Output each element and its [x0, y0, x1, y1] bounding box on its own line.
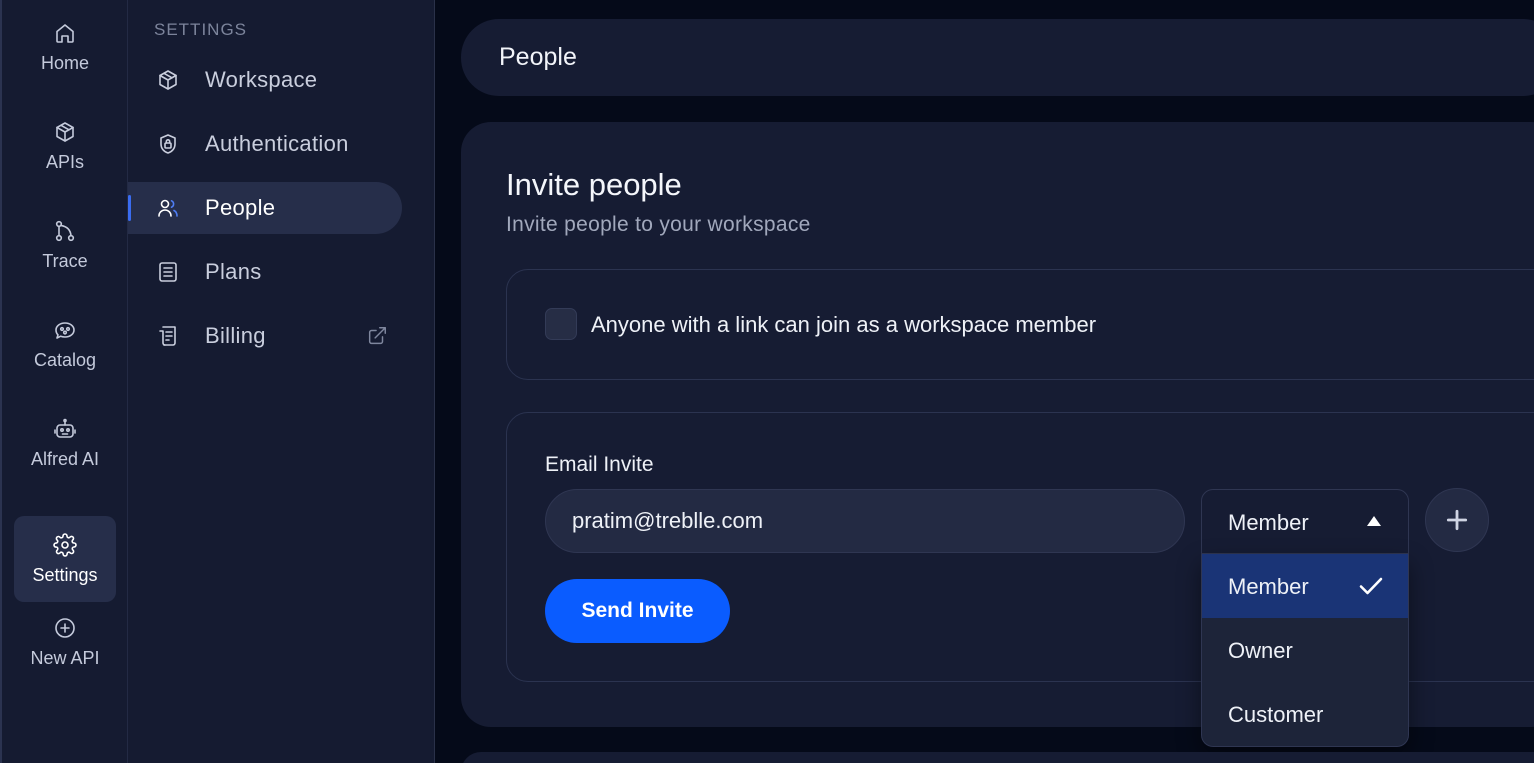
document-icon	[156, 260, 180, 284]
role-option-owner[interactable]: Owner	[1202, 618, 1408, 682]
settings-item-label: Billing	[205, 323, 266, 348]
settings-nav: SETTINGS Workspace Authentication People…	[128, 0, 435, 763]
rail-item-new-api[interactable]: New API	[14, 599, 116, 685]
role-dropdown-menu: Member Owner Customer	[1201, 554, 1409, 747]
email-field[interactable]	[545, 489, 1185, 553]
add-invite-row-button[interactable]	[1425, 488, 1489, 552]
primary-rail: Home APIs Trace Catalog Alfred AI Settin…	[0, 0, 128, 763]
invite-title: Invite people	[506, 167, 682, 202]
plus-circle-icon	[52, 615, 78, 641]
link-join-checkbox[interactable]	[545, 308, 577, 340]
settings-item-workspace[interactable]: Workspace	[128, 54, 402, 106]
link-join-label: Anyone with a link can join as a workspa…	[591, 312, 1097, 337]
gear-icon	[52, 532, 78, 558]
role-option-customer[interactable]: Customer	[1202, 682, 1408, 746]
cube-icon	[156, 68, 180, 92]
shield-lock-icon	[156, 132, 180, 156]
invite-subtitle: Invite people to your workspace	[506, 213, 811, 236]
page-title: People	[499, 43, 577, 71]
rail-item-apis[interactable]: APIs	[14, 103, 116, 189]
rail-item-label: Trace	[42, 251, 88, 271]
cube-icon	[52, 119, 78, 145]
settings-item-label: People	[205, 195, 276, 220]
external-link-icon[interactable]	[366, 325, 388, 347]
users-icon	[156, 196, 180, 220]
settings-item-plans[interactable]: Plans	[128, 246, 402, 298]
settings-item-label: Authentication	[205, 131, 349, 156]
link-join-box: Anyone with a link can join as a workspa…	[506, 269, 1534, 380]
page-header: People	[461, 19, 1534, 96]
caret-up-icon	[1366, 514, 1382, 526]
settings-item-people[interactable]: People	[128, 182, 402, 234]
checkmark-icon	[1358, 574, 1384, 598]
email-invite-label: Email Invite	[545, 453, 654, 476]
rail-item-trace[interactable]: Trace	[14, 202, 116, 288]
role-option-label: Customer	[1228, 702, 1324, 727]
settings-heading: SETTINGS	[154, 20, 248, 39]
settings-item-label: Plans	[205, 259, 262, 284]
role-option-label: Member	[1228, 574, 1309, 599]
role-select[interactable]: Member	[1201, 489, 1409, 554]
role-option-member[interactable]: Member	[1202, 554, 1408, 618]
settings-item-billing[interactable]: Billing	[128, 310, 402, 362]
role-select-value: Member	[1228, 510, 1309, 535]
rail-item-alfred-ai[interactable]: Alfred AI	[14, 400, 116, 486]
settings-item-authentication[interactable]: Authentication	[128, 118, 402, 170]
rail-item-label: New API	[30, 648, 100, 668]
rail-item-label: APIs	[45, 152, 84, 172]
rail-item-label: Home	[40, 53, 89, 73]
next-section-card	[461, 752, 1534, 763]
send-invite-button[interactable]: Send Invite	[545, 579, 730, 643]
catalog-icon	[52, 317, 78, 343]
plus-icon	[1446, 509, 1468, 531]
rail-item-label: Alfred AI	[30, 449, 100, 469]
rail-item-catalog[interactable]: Catalog	[14, 301, 116, 387]
receipt-icon	[156, 324, 180, 348]
trace-icon	[52, 218, 78, 244]
rail-item-home[interactable]: Home	[14, 4, 116, 90]
role-option-label: Owner	[1228, 638, 1293, 663]
robot-icon	[52, 416, 78, 442]
settings-item-label: Workspace	[205, 67, 318, 92]
rail-item-label: Settings	[32, 565, 98, 585]
app-root: Home APIs Trace Catalog Alfred AI Settin…	[0, 0, 1534, 763]
rail-item-label: Catalog	[33, 350, 97, 370]
rail-item-settings[interactable]: Settings	[14, 516, 116, 602]
home-icon	[52, 20, 78, 46]
